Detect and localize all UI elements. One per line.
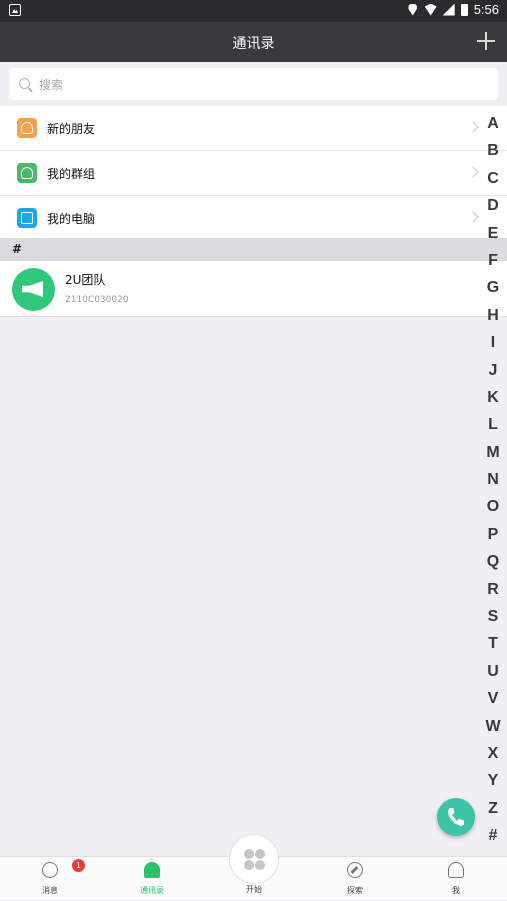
computer-icon xyxy=(17,208,37,228)
start-button[interactable] xyxy=(229,834,279,884)
section-header: # xyxy=(0,238,507,261)
image-notification-icon xyxy=(9,4,21,16)
index-letter[interactable]: K xyxy=(485,389,501,416)
chat-bubble-icon xyxy=(42,862,58,878)
contact-name: 2U团队 xyxy=(65,273,106,287)
index-letter[interactable]: T xyxy=(485,635,501,662)
index-letter[interactable]: A xyxy=(485,115,501,142)
menu-item-my-groups[interactable]: 我的群组 xyxy=(0,151,507,196)
chevron-right-icon xyxy=(467,166,479,178)
start-dot xyxy=(244,860,254,870)
index-letter[interactable]: E xyxy=(485,225,501,252)
megaphone-icon xyxy=(22,281,43,297)
search-input[interactable]: 搜索 xyxy=(9,68,498,100)
new-friend-icon xyxy=(17,118,37,138)
index-letter[interactable]: B xyxy=(485,142,501,169)
index-letter[interactable]: F xyxy=(485,252,501,279)
tab-label: 通讯录 xyxy=(140,886,164,895)
contact-row[interactable]: 2U团队 2110C030020 xyxy=(0,261,507,317)
alphabet-index[interactable]: A B C D E F G H I J K L M N O P Q R S T … xyxy=(485,115,501,855)
search-icon xyxy=(19,78,30,89)
index-letter[interactable]: Y xyxy=(485,772,501,799)
menu-item-label: 新的朋友 xyxy=(47,122,96,136)
location-icon xyxy=(408,3,417,16)
tab-explore[interactable]: 探索 xyxy=(320,857,390,901)
chevron-right-icon xyxy=(467,211,479,223)
index-letter[interactable]: S xyxy=(485,608,501,635)
add-icon[interactable] xyxy=(477,32,495,50)
search-placeholder: 搜索 xyxy=(39,78,64,92)
index-letter[interactable]: Z xyxy=(485,800,501,827)
index-letter[interactable]: W xyxy=(485,718,501,745)
person-icon xyxy=(448,862,464,878)
tab-label: 消息 xyxy=(42,886,58,895)
status-time: 5:56 xyxy=(473,2,499,17)
index-letter[interactable]: L xyxy=(485,416,501,443)
status-bar: 5:56 xyxy=(0,0,507,22)
index-letter[interactable]: G xyxy=(485,279,501,306)
tab-me[interactable]: 我 xyxy=(421,857,491,901)
index-letter[interactable]: R xyxy=(485,581,501,608)
call-button[interactable] xyxy=(437,798,475,836)
status-icons: 5:56 xyxy=(407,2,499,17)
tab-label: 探索 xyxy=(347,886,363,895)
index-letter[interactable]: N xyxy=(485,471,501,498)
index-letter[interactable]: X xyxy=(485,745,501,772)
index-letter[interactable]: M xyxy=(485,444,501,471)
index-letter[interactable]: O xyxy=(485,498,501,525)
battery-icon xyxy=(460,3,468,16)
phone-icon xyxy=(448,808,464,826)
start-dot xyxy=(255,849,265,859)
index-letter[interactable]: J xyxy=(485,362,501,389)
section-label: # xyxy=(12,242,23,256)
index-letter[interactable]: P xyxy=(485,526,501,553)
signal-icon xyxy=(442,3,455,16)
start-dot xyxy=(255,860,265,870)
index-letter[interactable]: # xyxy=(485,827,501,854)
menu-item-label: 我的群组 xyxy=(47,167,96,181)
avatar xyxy=(12,268,55,311)
menu-item-my-computer[interactable]: 我的电脑 xyxy=(0,196,507,241)
contact-id: 2110C030020 xyxy=(65,295,129,305)
index-letter[interactable]: Q xyxy=(485,553,501,580)
index-letter[interactable]: D xyxy=(485,197,501,224)
compass-icon xyxy=(347,862,363,878)
search-area: 搜索 xyxy=(0,62,507,106)
index-letter[interactable]: V xyxy=(485,690,501,717)
title-bar: 通讯录 xyxy=(0,22,507,62)
menu-item-new-friends[interactable]: 新的朋友 xyxy=(0,106,507,151)
wifi-icon xyxy=(424,3,437,16)
unread-badge: 1 xyxy=(72,859,85,872)
index-letter[interactable]: C xyxy=(485,170,501,197)
chevron-right-icon xyxy=(467,121,479,133)
page-title: 通讯录 xyxy=(232,36,275,52)
start-dot xyxy=(244,849,254,859)
index-letter[interactable]: I xyxy=(485,334,501,361)
index-letter[interactable]: U xyxy=(485,663,501,690)
group-icon xyxy=(17,163,37,183)
tab-label: 我 xyxy=(452,886,460,895)
menu-item-label: 我的电脑 xyxy=(47,212,96,226)
tab-contacts[interactable]: 通讯录 xyxy=(117,857,187,901)
menu-list: 新的朋友 我的群组 我的电脑 xyxy=(0,106,507,241)
tab-label: 开始 xyxy=(246,885,262,894)
contacts-icon xyxy=(144,862,160,878)
index-letter[interactable]: H xyxy=(485,307,501,334)
